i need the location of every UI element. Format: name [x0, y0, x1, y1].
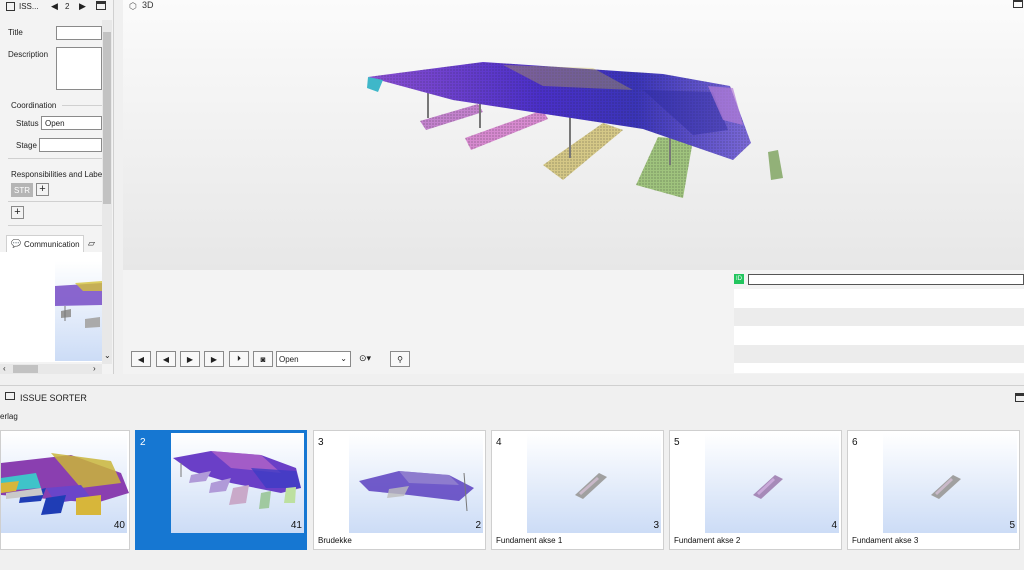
previous-issue-button[interactable]: ◀ — [156, 351, 176, 367]
status-field[interactable]: Open — [41, 116, 102, 130]
next-issue-arrow-icon[interactable]: ▶ — [79, 1, 86, 12]
first-issue-button[interactable]: ◀ — [131, 351, 151, 367]
issue-count: 3 — [653, 520, 659, 531]
scrollbar-thumb[interactable] — [103, 32, 111, 204]
status-select[interactable]: Open ⌄ — [276, 351, 351, 367]
issue-thumbnail — [705, 433, 839, 533]
3d-model[interactable] — [123, 0, 1024, 270]
status-label: Status — [16, 119, 39, 128]
search-input[interactable] — [748, 274, 1024, 285]
str-tag[interactable]: STR — [11, 183, 33, 197]
issue-number: 4 — [496, 437, 502, 448]
issue-card[interactable]: 5 4 Fundament akse 2 — [669, 430, 842, 550]
issue-panel: ISS... ◀ 2 ▶ Title Description Coordinat… — [0, 0, 114, 374]
issue-number: 2 — [65, 2, 70, 11]
issue-card[interactable]: 40 — [0, 430, 130, 550]
issue-card[interactable]: 4 3 Fundament akse 1 — [491, 430, 664, 550]
add-responsibility-button[interactable]: + — [36, 183, 49, 196]
issue-sorter-icon — [5, 392, 17, 402]
issue-caption: Fundament akse 2 — [674, 536, 741, 545]
ifc-badge: ID — [734, 274, 744, 284]
chevron-down-icon: ⌄ — [340, 354, 347, 363]
speech-bubble-icon: 💬 — [11, 239, 21, 248]
issue-thumbnail — [527, 433, 661, 533]
divider — [8, 225, 102, 226]
issue-card[interactable]: 3 2 Brudekke — [313, 430, 486, 550]
horizontal-scrollbar-thumb[interactable] — [13, 365, 38, 373]
description-label: Description — [8, 50, 49, 59]
comment-snapshot-thumbnail[interactable] — [55, 261, 102, 361]
group-label: erlag — [0, 412, 18, 421]
stage-field[interactable] — [39, 138, 102, 152]
issue-panel-title: ISS... — [19, 2, 39, 11]
list-row[interactable] — [734, 289, 1024, 308]
issue-count: 5 — [1009, 520, 1015, 531]
issue-thumbnail — [171, 433, 304, 533]
snapshot-button[interactable]: ◙ — [253, 351, 273, 367]
sorter-title: ISSUE SORTER — [20, 393, 87, 403]
issue-caption: Fundament akse 1 — [496, 536, 563, 545]
issue-caption: Fundament akse 3 — [852, 536, 919, 545]
attachment-tab-icon[interactable]: ▱ — [88, 238, 95, 249]
issue-number: 3 — [318, 437, 324, 448]
sorter-layout-icon[interactable] — [1015, 393, 1024, 402]
last-issue-button[interactable]: ▶ — [204, 351, 224, 367]
play-presentation-button[interactable]: ⏵ — [229, 351, 249, 367]
next-issue-button[interactable]: ▶ — [180, 351, 200, 367]
previous-issue-arrow-icon[interactable]: ◀ — [51, 1, 58, 12]
add-label-button[interactable]: + — [11, 206, 24, 219]
title-label: Title — [8, 28, 23, 37]
stage-label: Stage — [16, 141, 37, 150]
issue-number: 5 — [674, 437, 680, 448]
list-row[interactable] — [734, 326, 1024, 345]
divider — [8, 201, 102, 202]
communication-tab-label: Communication — [24, 240, 80, 249]
list-row[interactable] — [734, 345, 1024, 363]
issue-icon — [6, 2, 15, 11]
issue-thumbnail — [883, 433, 1017, 533]
responsibilities-heading: Responsibilities and Labe — [11, 170, 102, 179]
issue-count: 40 — [113, 520, 125, 531]
issue-caption: Brudekke — [318, 536, 352, 545]
issue-sorter-panel: ISSUE SORTER erlag 40 2 41 3 2 Brudekke … — [0, 385, 1024, 570]
coordination-heading: Coordination — [11, 101, 57, 110]
issue-card-selected[interactable]: 2 41 — [135, 430, 307, 550]
title-field[interactable] — [56, 26, 102, 40]
scroll-right-arrow-icon[interactable]: › — [93, 364, 96, 373]
issue-thumbnail — [1, 433, 129, 533]
issue-number: 6 — [852, 437, 858, 448]
pin-button[interactable]: ⚲ — [390, 351, 410, 367]
list-row[interactable] — [734, 363, 1024, 373]
issue-count: 2 — [475, 520, 481, 531]
divider — [8, 158, 102, 159]
issue-count: 4 — [831, 520, 837, 531]
scroll-left-arrow-icon[interactable]: ‹ — [3, 364, 6, 373]
description-field[interactable] — [56, 47, 102, 90]
list-row[interactable] — [734, 308, 1024, 326]
3d-viewport[interactable]: ⬡ 3D — [123, 0, 1024, 270]
panel-layout-icon[interactable] — [96, 1, 106, 10]
issue-thumbnail — [349, 433, 483, 533]
scroll-down-arrow-icon[interactable]: ⌄ — [104, 351, 111, 360]
issue-count: 41 — [290, 520, 302, 531]
status-select-value: Open — [279, 355, 299, 364]
divider — [62, 105, 102, 106]
tab-communication[interactable]: 💬 Communication — [6, 235, 84, 252]
issue-controls-area: ◀ ◀ ▶ ▶ ⏵ ◙ Open ⌄ ⊙▾ ⚲ ID — [123, 270, 1024, 374]
issue-number: 2 — [140, 437, 146, 448]
selection-mode-icon[interactable]: ⊙▾ — [359, 353, 371, 364]
issue-card[interactable]: 6 5 Fundament akse 3 — [847, 430, 1020, 550]
